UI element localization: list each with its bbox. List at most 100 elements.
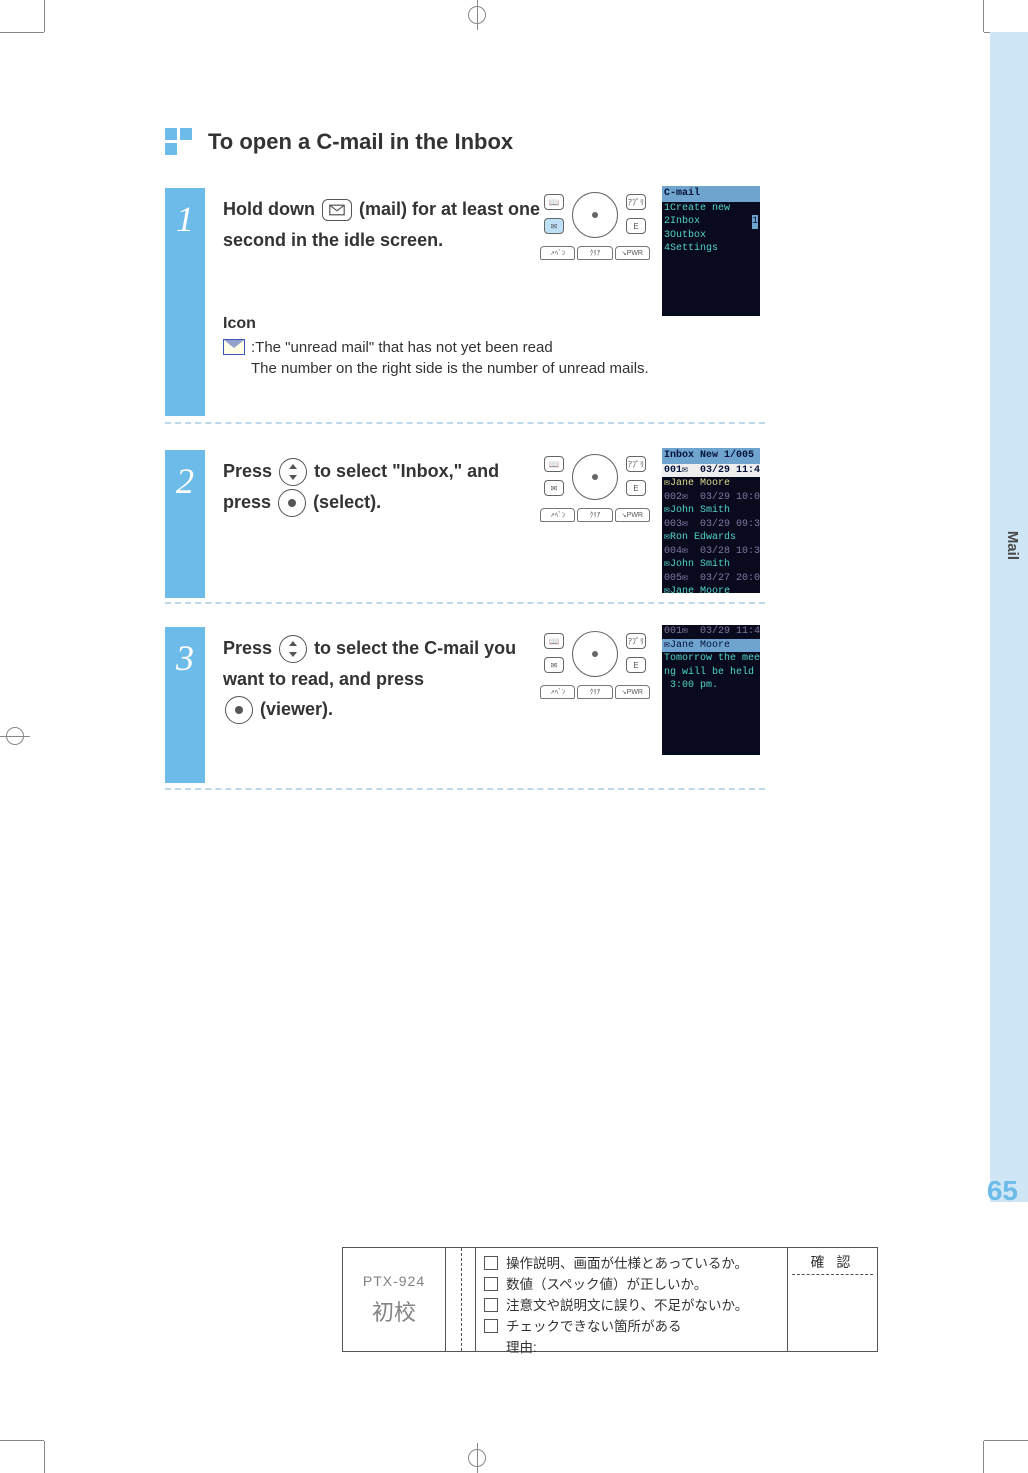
step-number-badge: 1 bbox=[165, 188, 205, 416]
list-row: 004✉ 03/28 10:30 bbox=[662, 545, 760, 559]
icon-description: :The "unread mail" that has not yet been… bbox=[251, 339, 553, 356]
checklist-item: 注意文や説明文に誤り、不足がないか。 bbox=[506, 1298, 748, 1313]
instruction-text: Hold down bbox=[223, 199, 320, 219]
proof-binding-band bbox=[445, 1248, 475, 1351]
confirm-label: 確 認 bbox=[788, 1248, 877, 1272]
list-row: 005✉ 03/27 20:02 bbox=[662, 572, 760, 586]
icon-subdescription: The number on the right side is the numb… bbox=[251, 360, 765, 377]
crop-mark bbox=[984, 1440, 1028, 1441]
menu-item: 2Inbox1 bbox=[662, 215, 760, 229]
menu-item: 1Create new bbox=[662, 202, 760, 216]
model-number: PTX-924 bbox=[363, 1273, 425, 1289]
step-number-badge: 2 bbox=[165, 450, 205, 598]
power-key: ↘PWR bbox=[615, 246, 650, 260]
crop-mark bbox=[983, 1441, 984, 1473]
list-row: 003✉ 03/29 09:32 bbox=[662, 518, 760, 532]
step-1: 1 Hold down (mail) for at least one seco… bbox=[165, 188, 765, 377]
list-row: ✉Ron Edwards bbox=[662, 531, 760, 545]
phone-screen-message-viewer: 001✉ 03/29 11:44 ✉Jane Moore Tomorrow th… bbox=[662, 625, 760, 755]
list-row: ✉John Smith bbox=[662, 558, 760, 572]
registration-circle-icon bbox=[468, 6, 486, 24]
instruction-text: Press bbox=[223, 638, 277, 658]
checklist-item: チェックできない箇所がある bbox=[506, 1319, 682, 1334]
call-key: ↗ﾍﾞﾝ bbox=[540, 508, 575, 522]
instruction-text: Press bbox=[223, 461, 277, 481]
clear-key: ｸﾘｱ bbox=[577, 508, 612, 522]
power-key: ↘PWR bbox=[615, 508, 650, 522]
crop-mark bbox=[983, 0, 984, 32]
step-number-badge: 3 bbox=[165, 627, 205, 783]
section-heading-text: To open a C-mail in the Inbox bbox=[208, 129, 513, 155]
instruction-text: (select). bbox=[313, 492, 381, 512]
nav-ring-icon bbox=[572, 454, 618, 500]
step-2: 2 Press to select "Inbox," and press (se… bbox=[165, 450, 765, 517]
soft-key-top-left: 📖 bbox=[544, 194, 564, 210]
soft-key-top-left: 📖 bbox=[544, 456, 564, 472]
nav-ring-icon bbox=[572, 192, 618, 238]
icon-explanation: Icon :The "unread mail" that has not yet… bbox=[223, 315, 765, 377]
screen-title: C-mail bbox=[662, 186, 760, 202]
checkbox-icon[interactable] bbox=[484, 1298, 498, 1312]
crop-mark bbox=[44, 1441, 45, 1473]
soft-key-mail: ✉ bbox=[544, 480, 564, 496]
crop-mark bbox=[0, 1440, 44, 1441]
keypad-bottom-row: ↗ﾍﾞﾝ ｸﾘｱ ↘PWR bbox=[540, 508, 650, 522]
keypad-bottom-row: ↗ﾍﾞﾝ ｸﾘｱ ↘PWR bbox=[540, 685, 650, 699]
registration-circle-icon bbox=[468, 1449, 486, 1467]
soft-key-mail: ✉ bbox=[544, 657, 564, 673]
clear-key: ｸﾘｱ bbox=[577, 685, 612, 699]
checklist-item: 操作説明、画面が仕様とあっているか。 bbox=[506, 1256, 748, 1271]
keypad-bottom-row: ↗ﾍﾞﾝ ｸﾘｱ ↘PWR bbox=[540, 246, 650, 260]
list-row: ✉John Smith bbox=[662, 504, 760, 518]
soft-key-mail: ✉ bbox=[544, 218, 564, 234]
crop-mark bbox=[0, 32, 44, 33]
menu-item: 3Outbox bbox=[662, 229, 760, 243]
crop-mark bbox=[44, 0, 45, 32]
nav-up-down-key-icon bbox=[279, 458, 307, 486]
power-key: ↘PWR bbox=[615, 685, 650, 699]
call-key: ↗ﾍﾞﾝ bbox=[540, 685, 575, 699]
list-row: ✉Jane Moore bbox=[662, 585, 760, 599]
clear-key: ｸﾘｱ bbox=[577, 246, 612, 260]
call-key: ↗ﾍﾞﾝ bbox=[540, 246, 575, 260]
soft-key-e: E bbox=[626, 480, 646, 496]
step-separator bbox=[165, 602, 765, 604]
nav-ring-icon bbox=[572, 631, 618, 677]
step-instruction: Press to select "Inbox," and press (sele… bbox=[223, 450, 543, 517]
proof-stage: 初校 bbox=[372, 1295, 416, 1327]
center-select-key-icon bbox=[225, 696, 253, 724]
list-row: 001✉ 03/29 11:44 bbox=[662, 464, 760, 478]
proof-confirm-cell: 確 認 bbox=[787, 1248, 877, 1351]
unread-mail-icon bbox=[223, 339, 245, 355]
screen-title: Inbox New 1/005 bbox=[662, 448, 760, 464]
icon-heading: Icon bbox=[223, 315, 765, 333]
phone-screen-inbox-list: Inbox New 1/005 001✉ 03/29 11:44 ✉Jane M… bbox=[662, 448, 760, 593]
soft-key-top-right: ｱﾌﾟﾘ bbox=[626, 633, 646, 649]
soft-key-e: E bbox=[626, 218, 646, 234]
step-number: 2 bbox=[165, 450, 205, 502]
mail-key-icon bbox=[322, 199, 352, 221]
checklist-reason-label: 理由: bbox=[506, 1340, 537, 1355]
center-select-key-icon bbox=[278, 489, 306, 517]
proof-review-box: PTX-924 初校 操作説明、画面が仕様とあっているか。 数値（スペック値）が… bbox=[342, 1247, 878, 1352]
page-number: 65 bbox=[987, 1175, 1018, 1207]
chapter-tab-label: Mail bbox=[1004, 531, 1021, 560]
step-instruction: Hold down (mail) for at least one second… bbox=[223, 188, 543, 255]
viewer-from: ✉Jane Moore bbox=[662, 639, 760, 653]
list-row: ✉Jane Moore bbox=[662, 477, 760, 491]
phone-screen-cmail-menu: C-mail 1Create new 2Inbox1 3Outbox 4Sett… bbox=[662, 186, 760, 316]
step-instruction: Press to select the C-mail you want to r… bbox=[223, 627, 543, 725]
soft-key-top-right: ｱﾌﾟﾘ bbox=[626, 194, 646, 210]
soft-key-top-right: ｱﾌﾟﾘ bbox=[626, 456, 646, 472]
checkbox-icon[interactable] bbox=[484, 1319, 498, 1333]
checkbox-icon[interactable] bbox=[484, 1277, 498, 1291]
viewer-body-line: ng will be held at bbox=[662, 666, 760, 680]
step-number: 3 bbox=[165, 627, 205, 679]
proof-left: PTX-924 初校 bbox=[343, 1248, 445, 1351]
menu-item: 4Settings bbox=[662, 242, 760, 256]
soft-key-top-left: 📖 bbox=[544, 633, 564, 649]
keypad-diagram: 📖 ｱﾌﾟﾘ ✉ E ↗ﾍﾞﾝ ｸﾘｱ ↘PWR bbox=[540, 627, 650, 707]
checkbox-icon[interactable] bbox=[484, 1256, 498, 1270]
checklist-item: 数値（スペック値）が正しいか。 bbox=[506, 1277, 707, 1292]
list-row: 002✉ 03/29 10:00 bbox=[662, 491, 760, 505]
